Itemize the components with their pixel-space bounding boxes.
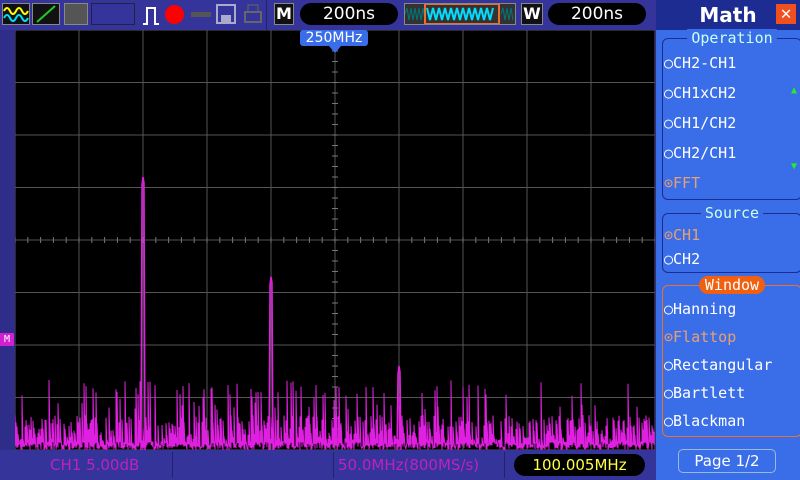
- page-button[interactable]: Page 1/2: [678, 449, 776, 473]
- option-flattop[interactable]: ⊙Flattop: [664, 328, 736, 346]
- channel-scale: CH1 5.00dB: [50, 456, 140, 474]
- option-label: CH1/CH2: [673, 114, 737, 132]
- option-label: Bartlett: [673, 384, 746, 402]
- scroll-down-icon[interactable]: ▼: [791, 161, 797, 172]
- option-label: Blackman: [673, 412, 746, 430]
- close-button[interactable]: ✕: [776, 4, 796, 24]
- option-ch1xch2[interactable]: ○CH1xCH2: [664, 84, 736, 102]
- option-label: CH2/CH1: [673, 144, 737, 162]
- option-label: Rectangular: [673, 356, 773, 374]
- divider: [266, 0, 267, 30]
- radio-icon: ○: [664, 84, 674, 102]
- source-group: Source ⊙CH1 ○CH2: [662, 204, 800, 273]
- radio-icon: ○: [664, 300, 674, 318]
- divider: [172, 452, 173, 478]
- divider: [504, 452, 505, 478]
- option-label: CH1xCH2: [673, 84, 737, 102]
- radio-icon: ○: [664, 412, 674, 430]
- frequency-scale: 50.0MHz(800MS/s): [338, 456, 480, 474]
- window-label: Window: [698, 276, 766, 294]
- radio-icon: ⊙: [664, 328, 674, 346]
- trigger-edge-icon[interactable]: [142, 5, 160, 25]
- radio-icon: ○: [664, 114, 674, 132]
- window-time-value[interactable]: 200ns: [548, 3, 646, 25]
- operation-label: Operation: [687, 29, 777, 47]
- toolbar: M 200ns W 200ns: [0, 0, 656, 30]
- waveform-display[interactable]: [15, 30, 655, 450]
- fft-trace: [15, 176, 655, 450]
- run-stop-icon[interactable]: [165, 5, 184, 24]
- frequency-readout: 100.005MHz: [514, 454, 645, 476]
- option-bartlett[interactable]: ○Bartlett: [664, 384, 745, 402]
- option-label: Hanning: [673, 300, 737, 318]
- option-label: FFT: [673, 174, 701, 192]
- radio-icon: ○: [664, 144, 674, 162]
- source-label: Source: [700, 204, 764, 222]
- option-label: Flattop: [673, 328, 737, 346]
- option-label: CH2: [673, 250, 701, 268]
- waveform-icon[interactable]: [2, 3, 30, 25]
- memory-position-bar[interactable]: [404, 3, 516, 25]
- radio-icon: ○: [664, 54, 674, 72]
- option-ch1[interactable]: ⊙CH1: [664, 226, 700, 244]
- math-icon[interactable]: [32, 3, 60, 25]
- option-hanning[interactable]: ○Hanning: [664, 300, 736, 318]
- option-ch2-ch1[interactable]: ○CH2/CH1: [664, 144, 736, 162]
- noise-floor: [15, 379, 655, 450]
- operation-group: Operation ○CH2-CH1 ○CH1xCH2 ○CH1/CH2 ○CH2/C…: [662, 29, 800, 200]
- divider: [333, 452, 334, 478]
- radio-icon: ○: [664, 250, 674, 268]
- option-label: CH1: [673, 226, 701, 244]
- status-bar: CH1 5.00dB 50.0MHz(800MS/s) 100.005MHz: [0, 450, 656, 480]
- option-ch1-ch2[interactable]: ○CH1/CH2: [664, 114, 736, 132]
- timebase-value[interactable]: 200ns: [300, 3, 398, 25]
- radio-icon: ○: [664, 384, 674, 402]
- spectrum-peak: [140, 176, 146, 450]
- center-frequency-marker[interactable]: 250MHz: [300, 30, 368, 46]
- option-ch2[interactable]: ○CH2: [664, 250, 700, 268]
- center-marker-arrow: [329, 46, 341, 53]
- option-ch2-ch1[interactable]: ○CH2-CH1: [664, 54, 736, 72]
- option-fft[interactable]: ⊙FFT: [664, 174, 700, 192]
- save-icon[interactable]: [216, 4, 236, 24]
- print-icon[interactable]: [243, 4, 263, 24]
- option-blackman[interactable]: ○Blackman: [664, 412, 745, 430]
- radio-icon: ⊙: [664, 226, 674, 244]
- math-menu: Math ✕ Operation ○CH2-CH1 ○CH1xCH2 ○CH1/CH…: [656, 0, 800, 480]
- math-level-marker[interactable]: M: [0, 333, 14, 346]
- empty-slot: [91, 3, 135, 25]
- timebase-label: M: [274, 3, 294, 25]
- window-label: W: [521, 3, 543, 25]
- radio-icon: ⊙: [664, 174, 674, 192]
- radio-icon: ○: [664, 356, 674, 374]
- option-label: CH2-CH1: [673, 54, 737, 72]
- option-rectangular[interactable]: ○Rectangular: [664, 356, 772, 374]
- scroll-up-icon[interactable]: ▲: [791, 85, 797, 96]
- reference-icon[interactable]: [64, 3, 88, 25]
- key-icon: [191, 12, 211, 17]
- window-group: Window ○Hanning ⊙Flattop ○Rectangular ○Bart…: [662, 276, 800, 437]
